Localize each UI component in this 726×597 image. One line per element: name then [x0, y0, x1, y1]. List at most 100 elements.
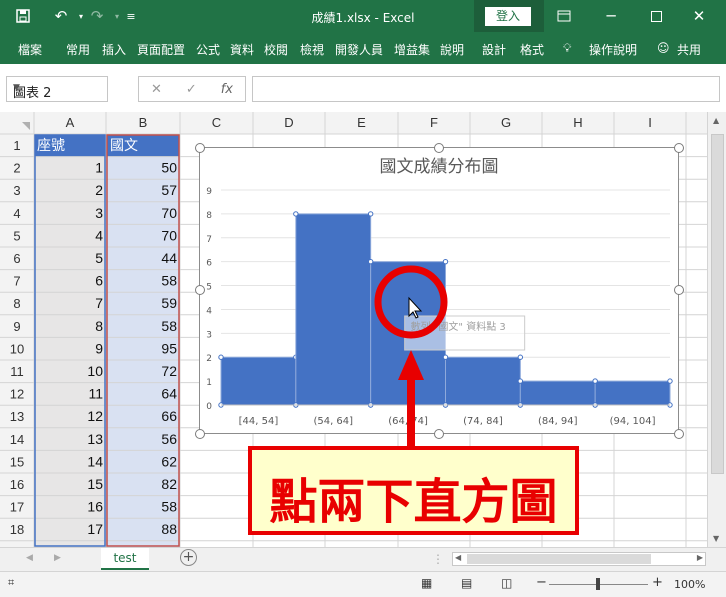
resize-handle-r[interactable]	[674, 285, 684, 295]
column-header-E[interactable]: E	[357, 115, 366, 130]
row-header-12[interactable]: 12	[10, 387, 24, 402]
data-point-handle[interactable]	[517, 354, 524, 360]
login-button[interactable]: 登入	[485, 7, 531, 26]
row-header-16[interactable]: 16	[10, 477, 24, 492]
tab-file[interactable]: 檔案	[18, 41, 42, 58]
cell-seat-12[interactable]: 11	[88, 386, 103, 402]
chevron-down-icon[interactable]: ▼	[13, 83, 102, 93]
page-layout-view-icon[interactable]: ▤	[461, 576, 472, 590]
name-box[interactable]: 圖表 2 ▼	[6, 76, 108, 102]
scroll-left-icon[interactable]: ◀	[455, 553, 461, 562]
zoom-thumb[interactable]	[596, 578, 600, 590]
cell-score-17[interactable]: 58	[161, 499, 177, 515]
cell-seat-16[interactable]: 15	[87, 476, 103, 492]
cell-seat-9[interactable]: 8	[95, 318, 103, 334]
cell-seat-14[interactable]: 13	[87, 431, 103, 447]
histogram-bar-4[interactable]	[445, 356, 521, 406]
lightbulb-icon[interactable]: 💡︎	[563, 41, 571, 56]
cancel-icon[interactable]: ✕	[151, 82, 162, 97]
row-header-9[interactable]: 9	[13, 319, 20, 334]
tab-home[interactable]: 常用	[66, 41, 90, 58]
resize-handle-b[interactable]	[434, 429, 444, 439]
cell-score-16[interactable]: 82	[161, 476, 177, 492]
data-point-handle[interactable]	[293, 211, 299, 217]
vertical-scrollbar[interactable]: ▲ ▼	[707, 112, 726, 547]
data-point-handle[interactable]	[517, 378, 524, 384]
row-header-7[interactable]: 7	[13, 274, 20, 289]
tab-formulas[interactable]: 公式	[196, 41, 220, 58]
histogram-bar-2[interactable]	[295, 213, 372, 406]
histogram-chart[interactable]: 國文成績分布圖 0 1 2 3 4 5 6 7 8 9 [44, 54] (54, 64] (64, 74…	[199, 147, 679, 434]
column-header-D[interactable]: D	[284, 115, 293, 130]
cell-seat-7[interactable]: 6	[95, 273, 103, 289]
data-point-handle[interactable]	[442, 354, 449, 360]
cell-seat-4[interactable]: 3	[95, 205, 103, 221]
cell-score-8[interactable]: 59	[161, 295, 177, 311]
cell-score-7[interactable]: 58	[161, 273, 177, 289]
column-header-B[interactable]: B	[139, 115, 148, 130]
cell-score-12[interactable]: 64	[161, 386, 177, 402]
tab-splitter[interactable]: ⋮	[432, 552, 444, 566]
column-header-I[interactable]: I	[648, 115, 652, 130]
resize-handle-t[interactable]	[434, 143, 444, 153]
add-sheet-icon[interactable]: +	[180, 549, 197, 566]
row-header-15[interactable]: 15	[10, 454, 24, 469]
cell-seat-5[interactable]: 4	[95, 227, 103, 243]
row-header-8[interactable]: 8	[13, 296, 20, 311]
page-break-view-icon[interactable]: ◫	[501, 576, 512, 590]
cell-score-9[interactable]: 58	[161, 318, 177, 334]
row-header-17[interactable]: 17	[10, 500, 24, 515]
resize-handle-l[interactable]	[195, 285, 205, 295]
cell-score-3[interactable]: 57	[161, 182, 177, 198]
cell-score-10[interactable]: 95	[161, 340, 177, 356]
data-point-handle[interactable]	[592, 378, 598, 384]
column-header-G[interactable]: G	[501, 115, 511, 130]
data-point-handle[interactable]	[442, 258, 449, 265]
tab-review[interactable]: 校閱	[264, 41, 288, 58]
data-point-handle[interactable]	[367, 211, 374, 217]
cell-score-18[interactable]: 88	[161, 521, 177, 537]
hscroll-thumb[interactable]	[467, 554, 651, 564]
cell-score-2[interactable]: 50	[161, 160, 177, 176]
tab-help[interactable]: 說明	[440, 41, 464, 58]
cell-score-14[interactable]: 56	[161, 431, 177, 447]
column-header-A[interactable]: A	[66, 115, 75, 130]
resize-handle-tl[interactable]	[195, 143, 205, 153]
tab-addins[interactable]: 增益集	[394, 41, 430, 58]
tab-view[interactable]: 檢視	[300, 41, 324, 58]
scroll-down-icon[interactable]: ▼	[713, 534, 719, 543]
tab-design[interactable]: 設計	[482, 41, 506, 58]
function-icon[interactable]: fx	[221, 82, 233, 97]
scroll-up-icon[interactable]: ▲	[713, 116, 719, 125]
tab-data[interactable]: 資料	[230, 41, 254, 58]
cell-seat-11[interactable]: 10	[87, 363, 103, 379]
cell-seat-10[interactable]: 9	[95, 340, 103, 356]
cell-seat-13[interactable]: 12	[87, 408, 103, 424]
row-header-18[interactable]: 18	[10, 522, 24, 537]
close-icon[interactable]: ✕	[686, 0, 712, 32]
person-icon[interactable]: ☺	[657, 41, 670, 55]
zoom-in-icon[interactable]: +	[652, 575, 663, 590]
sheet-tab-test[interactable]: test	[101, 548, 149, 570]
scroll-thumb[interactable]	[711, 134, 724, 474]
tab-format[interactable]: 格式	[520, 41, 544, 58]
save-icon[interactable]	[10, 0, 36, 32]
quick-access-customize-icon[interactable]: ≡	[118, 0, 144, 32]
histogram-bar-6[interactable]	[594, 380, 671, 406]
row-header-14[interactable]: 14	[10, 432, 24, 447]
data-point-handle[interactable]	[367, 258, 374, 265]
share-button[interactable]: 共用	[677, 41, 701, 58]
tab-page-layout[interactable]: 頁面配置	[137, 41, 185, 58]
cell-seat-3[interactable]: 2	[95, 182, 103, 198]
ribbon-display-icon[interactable]	[551, 0, 577, 32]
cell-seat-18[interactable]: 17	[87, 521, 103, 537]
data-point-handle[interactable]	[667, 378, 673, 384]
tab-insert[interactable]: 插入	[102, 41, 126, 58]
column-header-C[interactable]: C	[212, 115, 221, 130]
horizontal-scrollbar[interactable]: ◀ ▶	[452, 552, 706, 566]
cell-score-13[interactable]: 66	[161, 408, 177, 424]
cell-seat-17[interactable]: 16	[87, 499, 103, 515]
cell-score-5[interactable]: 70	[161, 227, 177, 243]
cell-score-15[interactable]: 62	[161, 453, 177, 469]
tab-developer[interactable]: 開發人員	[335, 41, 383, 58]
